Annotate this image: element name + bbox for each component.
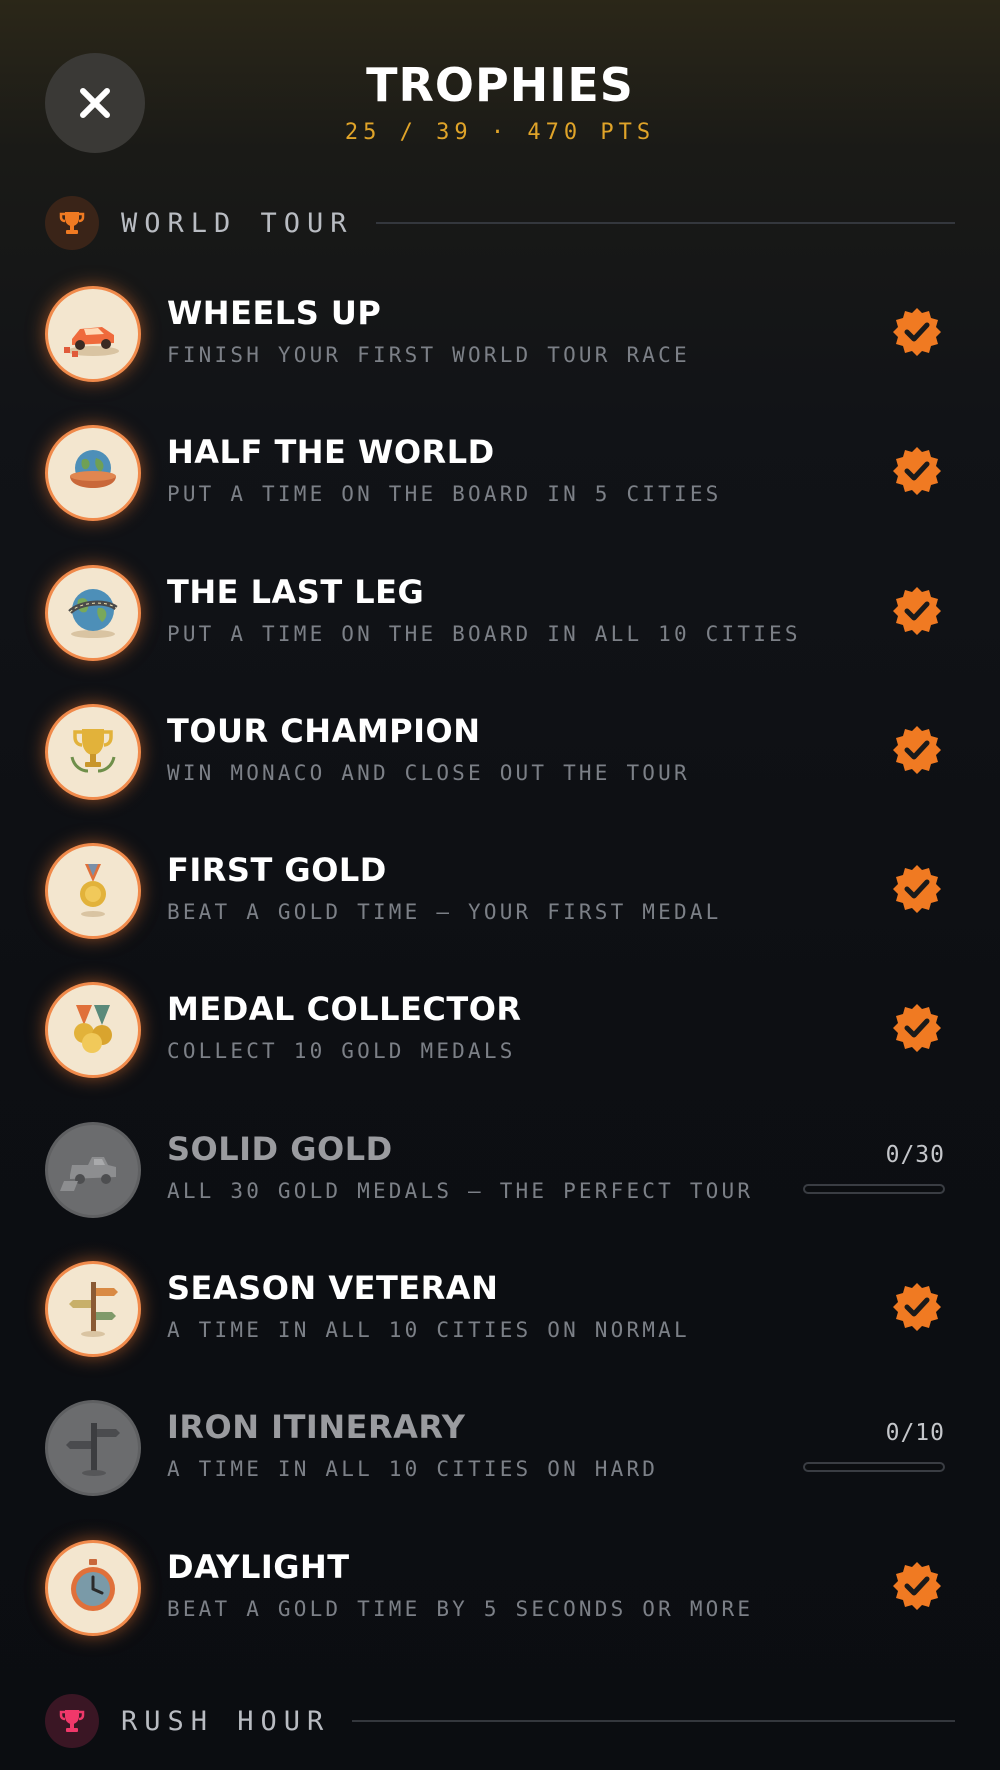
progress-bar xyxy=(803,1184,945,1194)
trophy-title: SOLID GOLD xyxy=(167,1130,393,1168)
trophy-row[interactable]: HALF THE WORLD PUT A TIME ON THE BOARD I… xyxy=(45,425,955,521)
trophy-title: TOUR CHAMPION xyxy=(167,712,481,750)
trophy-title: DAYLIGHT xyxy=(167,1548,350,1586)
checkmark-badge-icon xyxy=(893,587,941,635)
section-header-world-tour: WORLD TOUR xyxy=(45,196,955,250)
globe-bowl-icon xyxy=(45,425,141,521)
trophy-row[interactable]: DAYLIGHT BEAT A GOLD TIME BY 5 SECONDS O… xyxy=(45,1540,955,1636)
race-car-icon xyxy=(45,286,141,382)
trophy-description: COLLECT 10 GOLD MEDALS xyxy=(167,1039,516,1063)
progress-count: 0/10 xyxy=(885,1420,945,1446)
trophy-title: WHEELS UP xyxy=(167,294,382,332)
trophy-row[interactable]: TOUR CHAMPION WIN MONACO AND CLOSE OUT T… xyxy=(45,704,955,800)
trophy-description: WIN MONACO AND CLOSE OUT THE TOUR xyxy=(167,761,690,785)
trophy-description: A TIME IN ALL 10 CITIES ON HARD xyxy=(167,1457,659,1481)
trophy-row[interactable]: WHEELS UP FINISH YOUR FIRST WORLD TOUR R… xyxy=(45,286,955,382)
trophy-description: PUT A TIME ON THE BOARD IN ALL 10 CITIES xyxy=(167,622,801,646)
trophy-row[interactable]: SEASON VETERAN A TIME IN ALL 10 CITIES O… xyxy=(45,1261,955,1357)
trophy-title: IRON ITINERARY xyxy=(167,1408,466,1446)
progress-count: 0/30 xyxy=(885,1142,945,1168)
page-title: TROPHIES xyxy=(366,58,634,112)
checkmark-badge-icon xyxy=(893,726,941,774)
progress-bar xyxy=(803,1462,945,1472)
trophy-icon xyxy=(59,212,85,234)
gold-medal-icon xyxy=(45,843,141,939)
medals-icon xyxy=(45,982,141,1078)
section-icon-badge xyxy=(45,196,99,250)
trophy-description: PUT A TIME ON THE BOARD IN 5 CITIES xyxy=(167,482,722,506)
globe-road-icon xyxy=(45,565,141,661)
trophy-title: THE LAST LEG xyxy=(167,573,425,611)
trophy-description: BEAT A GOLD TIME — YOUR FIRST MEDAL xyxy=(167,900,722,924)
trophy-summary: 25 / 39 · 470 PTS xyxy=(344,120,656,145)
trophy-title: HALF THE WORLD xyxy=(167,433,495,471)
section-divider xyxy=(375,222,955,224)
trophy-row[interactable]: MEDAL COLLECTOR COLLECT 10 GOLD MEDALS xyxy=(45,982,955,1078)
trophy-title: SEASON VETERAN xyxy=(167,1269,499,1307)
checkmark-badge-icon xyxy=(893,447,941,495)
checkmark-badge-icon xyxy=(893,1004,941,1052)
section-label: RUSH HOUR xyxy=(121,1705,331,1737)
iron-signpost-icon xyxy=(45,1400,141,1496)
trophy-row-locked[interactable]: IRON ITINERARY A TIME IN ALL 10 CITIES O… xyxy=(45,1400,955,1496)
section-header-rush-hour: RUSH HOUR xyxy=(45,1694,955,1748)
trophy-title: MEDAL COLLECTOR xyxy=(167,990,522,1028)
trophy-row-locked[interactable]: SOLID GOLD ALL 30 GOLD MEDALS — THE PERF… xyxy=(45,1122,955,1218)
trophy-description: BEAT A GOLD TIME BY 5 SECONDS OR MORE xyxy=(167,1597,754,1621)
checkmark-badge-icon xyxy=(893,865,941,913)
trophy-title: FIRST GOLD xyxy=(167,851,387,889)
signpost-icon xyxy=(45,1261,141,1357)
trophy-description: A TIME IN ALL 10 CITIES ON NORMAL xyxy=(167,1318,690,1342)
trophy-cup-icon xyxy=(45,704,141,800)
trophy-description: ALL 30 GOLD MEDALS — THE PERFECT TOUR xyxy=(167,1179,754,1203)
trophy-row[interactable]: FIRST GOLD BEAT A GOLD TIME — YOUR FIRST… xyxy=(45,843,955,939)
trophy-description: FINISH YOUR FIRST WORLD TOUR RACE xyxy=(167,343,690,367)
section-divider xyxy=(352,1720,955,1722)
truck-icon xyxy=(45,1122,141,1218)
checkmark-badge-icon xyxy=(893,308,941,356)
section-label: WORLD TOUR xyxy=(121,207,354,239)
trophy-row[interactable]: THE LAST LEG PUT A TIME ON THE BOARD IN … xyxy=(45,565,955,661)
stopwatch-icon xyxy=(45,1540,141,1636)
checkmark-badge-icon xyxy=(893,1562,941,1610)
section-icon-badge xyxy=(45,1694,99,1748)
checkmark-badge-icon xyxy=(893,1283,941,1331)
trophy-icon xyxy=(59,1710,85,1732)
